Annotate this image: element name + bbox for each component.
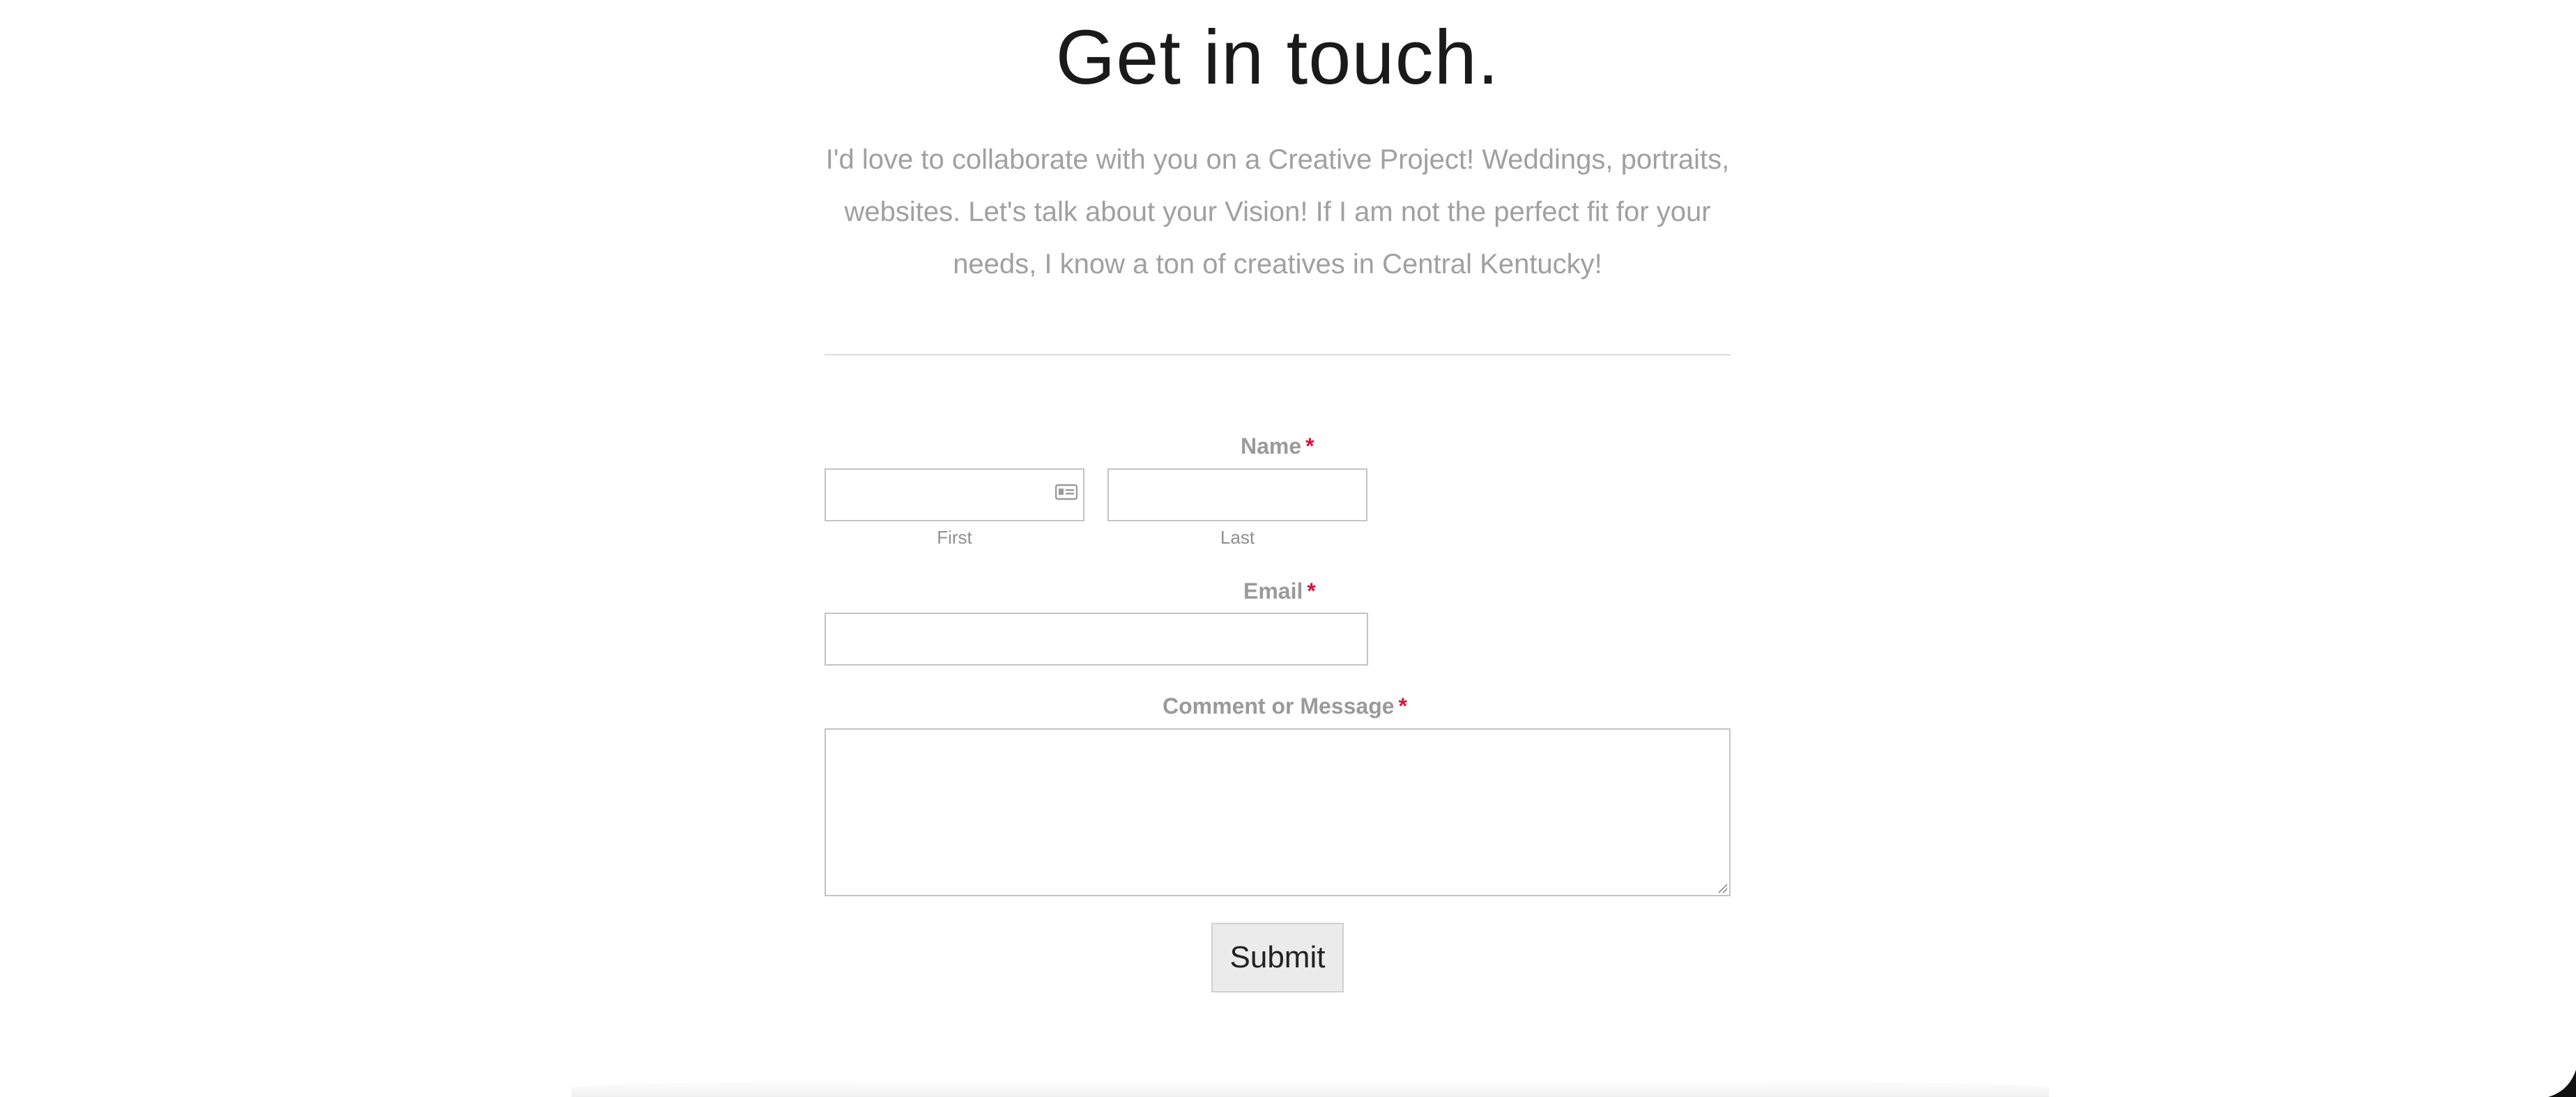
footer-edge: [572, 1079, 2049, 1097]
required-marker: *: [1398, 693, 1407, 719]
email-label: Email *: [1243, 578, 1316, 604]
section-divider: [825, 354, 1731, 355]
intro-text: I'd love to collaborate with you on a Cr…: [825, 144, 1730, 279]
submit-button[interactable]: Submit: [1211, 923, 1344, 992]
resize-handle-icon[interactable]: [1717, 882, 1728, 893]
contact-card-icon[interactable]: [1055, 484, 1078, 500]
email-label-text: Email: [1243, 578, 1303, 604]
last-name-sublabel: Last: [1220, 527, 1255, 548]
message-label: Comment or Message *: [1163, 693, 1407, 719]
contact-page: Get in touch. I'd love to collaborate wi…: [0, 0, 2576, 1097]
name-label-text: Name: [1241, 434, 1302, 459]
required-marker: *: [1307, 578, 1316, 604]
first-name-input[interactable]: [825, 468, 1084, 521]
message-label-text: Comment or Message: [1163, 693, 1395, 719]
page-corner: [2548, 1070, 2576, 1097]
last-name-input[interactable]: [1107, 468, 1367, 521]
email-field[interactable]: [825, 613, 1368, 666]
required-marker: *: [1305, 434, 1314, 459]
first-name-sublabel: First: [937, 527, 972, 548]
message-textarea[interactable]: [825, 728, 1731, 896]
page-title: Get in touch.: [1055, 15, 1500, 100]
name-label: Name *: [1241, 434, 1314, 459]
